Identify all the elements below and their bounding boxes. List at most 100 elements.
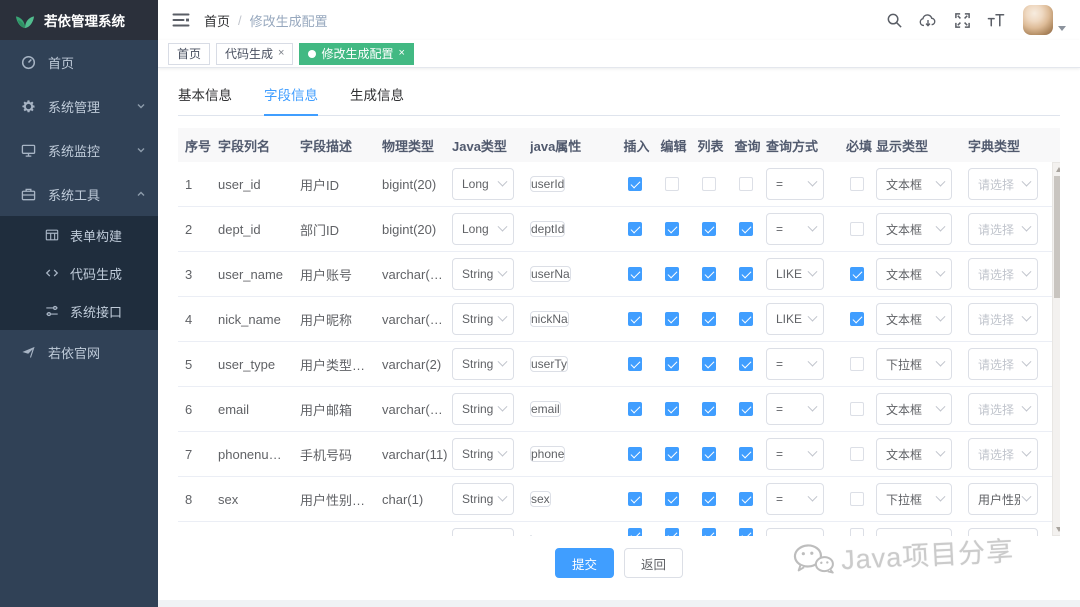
query-way-select[interactable]: = bbox=[766, 483, 824, 515]
query-checkbox[interactable] bbox=[739, 267, 753, 281]
search-icon[interactable] bbox=[885, 11, 903, 29]
query-checkbox[interactable] bbox=[739, 528, 753, 536]
sidebar-item-home[interactable]: 首页 bbox=[0, 40, 158, 84]
display-type-select[interactable]: 文本框 bbox=[876, 438, 952, 470]
edit-checkbox[interactable] bbox=[665, 447, 679, 461]
avatar[interactable] bbox=[1023, 5, 1053, 35]
java-type-select[interactable]: String bbox=[452, 483, 514, 515]
list-checkbox[interactable] bbox=[702, 492, 716, 506]
scroll-up-arrow[interactable] bbox=[1053, 163, 1060, 175]
display-type-select[interactable]: 文本框 bbox=[876, 258, 952, 290]
insert-checkbox[interactable] bbox=[628, 312, 642, 326]
display-type-select[interactable]: 文本框 bbox=[876, 303, 952, 335]
edit-checkbox[interactable] bbox=[665, 312, 679, 326]
insert-checkbox[interactable] bbox=[628, 222, 642, 236]
java-prop-input[interactable] bbox=[530, 535, 532, 536]
tab-field-info[interactable]: 字段信息 bbox=[264, 84, 318, 115]
edit-checkbox[interactable] bbox=[665, 267, 679, 281]
java-prop-input[interactable]: nickNa bbox=[530, 311, 569, 327]
query-checkbox[interactable] bbox=[739, 222, 753, 236]
edit-checkbox[interactable] bbox=[665, 177, 679, 191]
query-way-select[interactable]: = bbox=[766, 168, 824, 200]
query-way-select[interactable]: = bbox=[766, 438, 824, 470]
app-logo[interactable]: 若依管理系统 bbox=[0, 0, 158, 40]
dict-type-select[interactable]: 请选择 bbox=[968, 438, 1038, 470]
user-menu[interactable] bbox=[1023, 5, 1066, 35]
dict-type-select[interactable]: 请选择 bbox=[968, 303, 1038, 335]
sidebar-item-system-tools[interactable]: 系统工具 bbox=[0, 172, 158, 216]
sidebar-item-system-monitor[interactable]: 系统监控 bbox=[0, 128, 158, 172]
java-type-select[interactable]: String bbox=[452, 438, 514, 470]
java-prop-input[interactable]: sex bbox=[530, 491, 551, 507]
insert-checkbox[interactable] bbox=[628, 357, 642, 371]
query-way-select[interactable]: LIKE bbox=[766, 258, 824, 290]
dict-type-select[interactable] bbox=[968, 528, 1038, 536]
list-checkbox[interactable] bbox=[702, 177, 716, 191]
tag-edit-gen-config[interactable]: 修改生成配置 × bbox=[299, 43, 413, 65]
dict-type-select[interactable]: 请选择 bbox=[968, 168, 1038, 200]
query-checkbox[interactable] bbox=[739, 357, 753, 371]
fullscreen-icon[interactable] bbox=[953, 11, 971, 29]
required-checkbox[interactable] bbox=[850, 447, 864, 461]
java-type-select[interactable]: String bbox=[452, 393, 514, 425]
required-checkbox[interactable] bbox=[850, 312, 864, 326]
java-type-select[interactable]: String bbox=[452, 258, 514, 290]
insert-checkbox[interactable] bbox=[628, 177, 642, 191]
insert-checkbox[interactable] bbox=[628, 402, 642, 416]
display-type-select[interactable]: 下拉框 bbox=[876, 348, 952, 380]
edit-checkbox[interactable] bbox=[665, 492, 679, 506]
insert-checkbox[interactable] bbox=[628, 447, 642, 461]
query-checkbox[interactable] bbox=[739, 447, 753, 461]
back-button[interactable]: 返回 bbox=[624, 548, 683, 578]
java-prop-input[interactable]: phone bbox=[530, 446, 565, 462]
java-type-select[interactable]: Long bbox=[452, 213, 514, 245]
scrollbar-thumb[interactable] bbox=[1054, 176, 1060, 298]
tab-generate-info[interactable]: 生成信息 bbox=[350, 84, 404, 115]
insert-checkbox[interactable] bbox=[628, 492, 642, 506]
java-prop-input[interactable]: deptId bbox=[530, 221, 565, 237]
tag-code-generate[interactable]: 代码生成 × bbox=[216, 43, 293, 65]
sidebar-item-official-site[interactable]: 若依官网 bbox=[0, 330, 158, 374]
required-checkbox[interactable] bbox=[850, 222, 864, 236]
query-way-select[interactable]: = bbox=[766, 393, 824, 425]
insert-checkbox[interactable] bbox=[628, 267, 642, 281]
sidebar-item-code-generate[interactable]: 代码生成 bbox=[0, 254, 158, 292]
insert-checkbox[interactable] bbox=[628, 528, 642, 536]
list-checkbox[interactable] bbox=[702, 357, 716, 371]
query-way-select[interactable]: LIKE bbox=[766, 303, 824, 335]
query-way-select[interactable]: = bbox=[766, 348, 824, 380]
list-checkbox[interactable] bbox=[702, 528, 716, 536]
list-checkbox[interactable] bbox=[702, 222, 716, 236]
close-icon[interactable]: × bbox=[398, 48, 404, 59]
dict-type-select[interactable]: 请选择 bbox=[968, 393, 1038, 425]
required-checkbox[interactable] bbox=[850, 357, 864, 371]
list-checkbox[interactable] bbox=[702, 447, 716, 461]
sidebar-item-system-manage[interactable]: 系统管理 bbox=[0, 84, 158, 128]
list-checkbox[interactable] bbox=[702, 402, 716, 416]
required-checkbox[interactable] bbox=[850, 177, 864, 191]
edit-checkbox[interactable] bbox=[665, 528, 679, 536]
sidebar-toggle-icon[interactable] bbox=[172, 12, 190, 28]
java-type-select[interactable]: String bbox=[452, 348, 514, 380]
breadcrumb-home[interactable]: 首页 bbox=[204, 11, 230, 30]
required-checkbox[interactable] bbox=[850, 267, 864, 281]
required-checkbox[interactable] bbox=[850, 528, 864, 536]
scroll-down-arrow[interactable] bbox=[1053, 523, 1060, 535]
list-checkbox[interactable] bbox=[702, 267, 716, 281]
sidebar-item-form-builder[interactable]: 表单构建 bbox=[0, 216, 158, 254]
display-type-select[interactable]: 文本框 bbox=[876, 213, 952, 245]
required-checkbox[interactable] bbox=[850, 492, 864, 506]
dict-type-select[interactable]: 用户性别 bbox=[968, 483, 1038, 515]
query-way-select[interactable] bbox=[766, 528, 824, 536]
edit-checkbox[interactable] bbox=[665, 402, 679, 416]
required-checkbox[interactable] bbox=[850, 402, 864, 416]
tag-home[interactable]: 首页 bbox=[168, 43, 210, 65]
java-prop-input[interactable]: userTy bbox=[530, 356, 568, 372]
display-type-select[interactable] bbox=[876, 528, 952, 536]
query-checkbox[interactable] bbox=[739, 402, 753, 416]
java-type-select[interactable]: String bbox=[452, 303, 514, 335]
submit-button[interactable]: 提交 bbox=[555, 548, 614, 578]
dict-type-select[interactable]: 请选择 bbox=[968, 213, 1038, 245]
edit-checkbox[interactable] bbox=[665, 222, 679, 236]
java-prop-input[interactable]: email bbox=[530, 401, 561, 417]
